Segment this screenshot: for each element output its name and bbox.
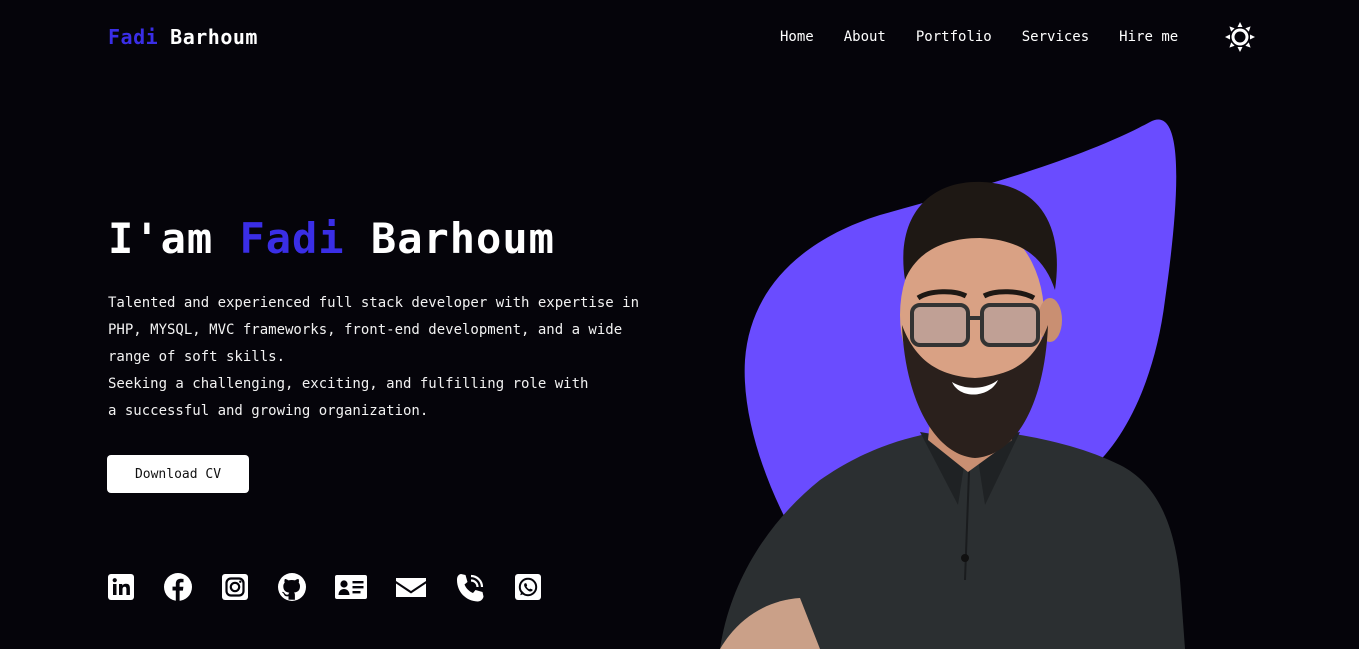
sun-icon[interactable] — [1224, 21, 1256, 53]
hero-description-line: Seeking a challenging, exciting, and ful… — [108, 376, 589, 392]
profile-photo — [700, 110, 1220, 649]
brand-logo[interactable]: Fadi Barhoum — [108, 25, 258, 49]
page: Fadi Barhoum Home About Portfolio Service… — [0, 0, 1359, 649]
download-cv-button[interactable]: Download CV — [107, 455, 249, 493]
nav-about[interactable]: About — [844, 27, 886, 47]
nav-portfolio[interactable]: Portfolio — [916, 27, 992, 47]
brand-last-name: Barhoum — [170, 25, 258, 49]
hero-name-last: Barhoum — [370, 214, 555, 263]
brand-first-name: Fadi — [108, 25, 159, 49]
hero-description-line: Talented and experienced full stack deve… — [108, 295, 640, 311]
hero-description-line: range of soft skills. — [108, 349, 286, 365]
contact-card-icon[interactable] — [334, 572, 368, 602]
linkedin-icon[interactable] — [106, 572, 136, 602]
github-icon[interactable] — [277, 572, 307, 602]
hero-name-first: Fadi — [239, 214, 345, 263]
hero-title: I'am Fadi Barhoum — [108, 214, 555, 263]
hero-description-line: a successful and growing organization. — [108, 403, 429, 419]
nav-services[interactable]: Services — [1022, 27, 1089, 47]
facebook-icon[interactable] — [163, 572, 193, 602]
instagram-icon[interactable] — [220, 572, 250, 602]
whatsapp-icon[interactable] — [513, 572, 543, 602]
phone-icon[interactable] — [454, 572, 486, 602]
hero-greeting: I'am — [108, 214, 214, 263]
social-links — [106, 572, 570, 602]
hero-description: Talented and experienced full stack deve… — [108, 290, 728, 425]
nav-hire-me[interactable]: Hire me — [1119, 27, 1178, 47]
nav-home[interactable]: Home — [780, 27, 814, 47]
email-icon[interactable] — [395, 572, 427, 602]
main-nav: Home About Portfolio Services Hire me — [780, 27, 1188, 47]
hero-description-line: PHP, MYSQL, MVC frameworks, front-end de… — [108, 322, 623, 338]
